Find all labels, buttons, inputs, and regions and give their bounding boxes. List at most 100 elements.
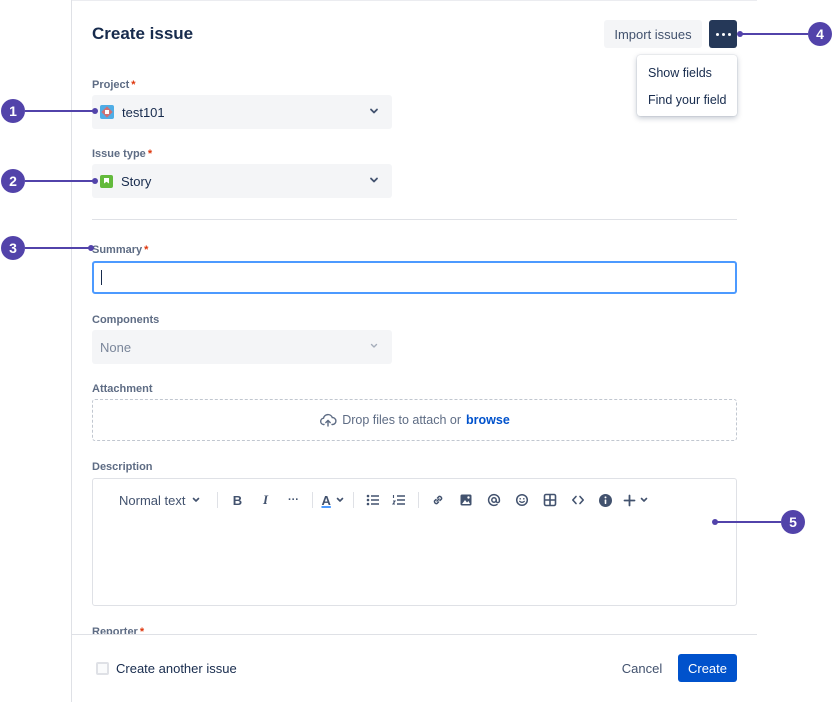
description-editor[interactable]: Normal text B I ··· A (92, 478, 737, 606)
chevron-down-icon (193, 497, 200, 502)
story-icon (100, 174, 113, 188)
text-caret (101, 270, 102, 285)
info-icon (599, 493, 613, 507)
project-select[interactable]: test101 (92, 95, 392, 129)
emoji-icon (515, 493, 528, 507)
required-mark: * (131, 79, 136, 91)
project-select-value: test101 (122, 104, 165, 120)
link-icon (433, 495, 443, 505)
callout-line-1 (25, 110, 94, 112)
browse-link[interactable]: browse (466, 413, 510, 427)
toolbar-separator (312, 492, 314, 508)
more-formatting-glyph: ··· (287, 494, 299, 506)
callout-dot-4 (737, 31, 743, 37)
summary-label: Summary * (92, 244, 148, 256)
callout-dot-3 (88, 245, 94, 251)
editor-toolbar: Normal text B I ··· A (119, 489, 649, 511)
numbered-list-button[interactable] (388, 489, 410, 511)
chevron-down-icon (370, 108, 378, 114)
toolbar-separator (217, 492, 219, 508)
description-label: Description (92, 461, 153, 473)
bullet-list-button[interactable] (362, 489, 384, 511)
ellipsis-icon-dot (727, 32, 731, 36)
callout-line-3 (25, 247, 90, 249)
plus-icon (623, 494, 636, 506)
create-button[interactable]: Create (678, 654, 737, 682)
summary-label-text: Summary (92, 244, 143, 256)
callout-badge-5: 5 (781, 510, 805, 534)
ellipsis-icon-dot (721, 32, 725, 36)
create-another-checkbox[interactable] (96, 662, 109, 675)
callout-badge-4: 4 (808, 22, 832, 46)
more-actions-button[interactable] (709, 20, 737, 48)
text-style-value: Normal text (119, 492, 186, 508)
issue-type-label: Issue type * (92, 148, 152, 160)
callout-line-4 (740, 33, 808, 35)
chevron-down-icon (370, 343, 378, 348)
text-style-dropdown[interactable]: Normal text (119, 489, 201, 511)
summary-input[interactable] (92, 261, 737, 294)
project-avatar-icon (100, 105, 114, 119)
cloud-upload-icon (320, 413, 337, 427)
italic-glyph: I (262, 492, 268, 507)
required-mark: * (147, 148, 153, 160)
callout-dot-1 (92, 108, 98, 114)
issue-type-select[interactable]: Story (92, 164, 392, 198)
chevron-down-icon (370, 177, 378, 183)
italic-button[interactable]: I (254, 489, 276, 511)
chevron-down-icon (640, 497, 648, 502)
section-divider (92, 219, 737, 220)
numbered-list-icon (391, 495, 405, 505)
bold-glyph: B (232, 492, 243, 508)
import-issues-button[interactable]: Import issues (604, 20, 702, 48)
toolbar-separator (352, 492, 354, 508)
components-label: Components (92, 314, 160, 326)
components-select-value: None (100, 339, 132, 355)
cancel-button[interactable]: Cancel (614, 654, 670, 682)
project-label: Project * (92, 79, 136, 91)
info-panel-button[interactable] (595, 489, 617, 511)
mention-icon (487, 493, 501, 507)
emoji-button[interactable] (511, 489, 533, 511)
mention-button[interactable] (483, 489, 505, 511)
footer-divider (72, 634, 757, 635)
project-label-text: Project (92, 79, 130, 91)
more-formatting-button[interactable]: ··· (282, 489, 304, 511)
callout-line-5 (716, 521, 781, 523)
dropzone-text: Drop files to attach or (342, 413, 462, 427)
callout-line-2 (25, 180, 94, 182)
table-icon (543, 493, 557, 507)
dialog-top-border (72, 0, 757, 1)
issue-type-label-text: Issue type (92, 148, 146, 160)
components-select[interactable]: None (92, 330, 392, 364)
callout-dot-5 (712, 519, 718, 525)
callout-badge-1: 1 (1, 99, 25, 123)
chevron-down-icon (336, 497, 344, 502)
link-button[interactable] (427, 489, 449, 511)
create-another-label[interactable]: Create another issue (116, 661, 237, 676)
callout-badge-3: 3 (1, 236, 25, 260)
code-button[interactable] (567, 489, 589, 511)
attachment-dropzone[interactable]: Drop files to attach or browse (92, 399, 737, 441)
code-icon (571, 495, 584, 505)
image-icon (460, 494, 472, 506)
callout-badge-2: 2 (1, 169, 25, 193)
more-actions-menu: Show fields Find your field (637, 55, 737, 116)
attachment-label: Attachment (92, 383, 153, 395)
table-button[interactable] (539, 489, 561, 511)
required-mark: * (144, 244, 149, 256)
text-color-button[interactable]: A (321, 489, 344, 511)
insert-menu-button[interactable] (623, 489, 649, 511)
dialog-left-border (71, 0, 72, 702)
dialog-title: Create issue (92, 24, 194, 43)
bold-button[interactable]: B (226, 489, 248, 511)
ellipsis-icon-dot (715, 32, 719, 36)
bullet-list-icon (366, 494, 379, 506)
text-color-glyph: A (321, 492, 331, 508)
image-button[interactable] (455, 489, 477, 511)
menu-item-find-your-field[interactable]: Find your field (637, 86, 737, 113)
issue-type-select-value: Story (121, 173, 152, 189)
menu-item-show-fields[interactable]: Show fields (637, 59, 737, 86)
callout-dot-2 (92, 178, 98, 184)
toolbar-separator (417, 492, 419, 508)
